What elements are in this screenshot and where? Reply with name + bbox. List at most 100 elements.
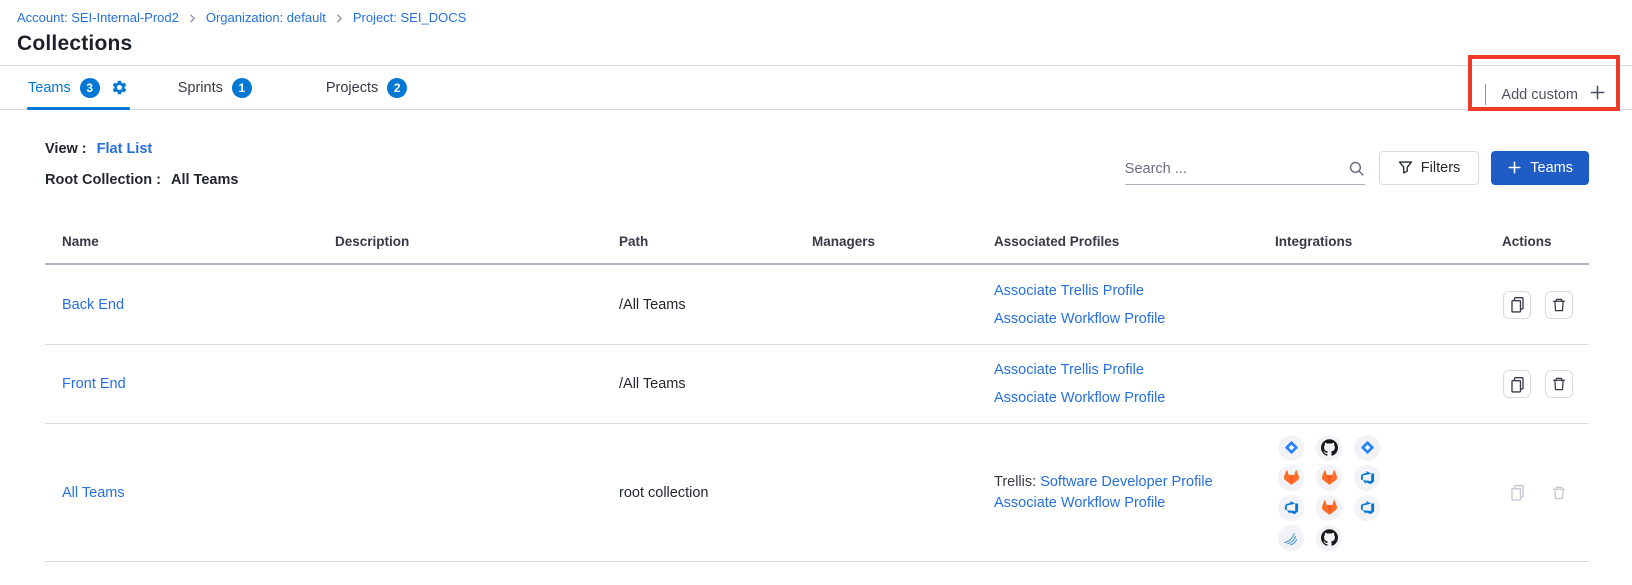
azure-devops-icon bbox=[1354, 465, 1380, 491]
column-header-integrations: Integrations bbox=[1275, 234, 1490, 249]
view-label: View : bbox=[45, 139, 87, 159]
tab-label: Teams bbox=[28, 80, 71, 96]
view-value-link[interactable]: Flat List bbox=[97, 139, 153, 159]
profile-line: Associate Workflow Profile bbox=[994, 390, 1275, 406]
jira-icon bbox=[1354, 435, 1380, 461]
toolbar-actions: Filters Teams bbox=[1125, 150, 1589, 185]
copy-icon bbox=[1509, 376, 1526, 393]
copy-button bbox=[1503, 479, 1531, 507]
breadcrumb-link[interactable]: Account: SEI-Internal-Prod2 bbox=[17, 10, 179, 25]
table-header-row: NameDescriptionPathManagersAssociated Pr… bbox=[45, 190, 1589, 265]
jira-icon bbox=[1278, 435, 1304, 461]
integrations-grid bbox=[1275, 435, 1490, 551]
view-settings: View : Flat List Root Collection : All T… bbox=[45, 139, 238, 190]
actions-cell bbox=[1490, 479, 1589, 507]
associated-profiles-cell: Associate Trellis Profile Associate Workf… bbox=[994, 283, 1275, 327]
toolbar: View : Flat List Root Collection : All T… bbox=[0, 110, 1632, 190]
profile-line: Associate Trellis Profile bbox=[994, 283, 1275, 299]
root-collection-label: Root Collection : bbox=[45, 170, 161, 190]
profile-link[interactable]: Associate Workflow Profile bbox=[994, 390, 1165, 406]
path-cell: /All Teams bbox=[619, 297, 812, 313]
table-row: All Teams root collection Trellis: Softwar… bbox=[45, 424, 1589, 562]
table-row: Back End/All Teams Associate Trellis Prof… bbox=[45, 265, 1589, 345]
teams-button-label: Teams bbox=[1530, 160, 1573, 176]
breadcrumb-link[interactable]: Organization: default bbox=[206, 10, 326, 25]
sonarqube-icon bbox=[1278, 525, 1304, 551]
tab-bar: Teams 3 Sprints 1 Projects 2 Add custom bbox=[0, 65, 1632, 110]
collections-table: NameDescriptionPathManagersAssociated Pr… bbox=[45, 190, 1589, 562]
collection-name-link[interactable]: Back End bbox=[45, 297, 335, 313]
integrations-cell bbox=[1275, 435, 1490, 551]
breadcrumb-separator-icon bbox=[188, 14, 197, 23]
github-icon bbox=[1316, 525, 1342, 551]
search-input[interactable] bbox=[1125, 161, 1348, 177]
trash-icon bbox=[1551, 485, 1567, 501]
profile-line: Associate Workflow Profile bbox=[994, 311, 1275, 327]
tab-label: Sprints bbox=[178, 80, 223, 96]
tab-projects[interactable]: Projects 2 bbox=[326, 66, 407, 109]
tab-count-badge: 3 bbox=[80, 78, 100, 98]
add-custom-button[interactable]: Add custom bbox=[1501, 84, 1606, 105]
tab-teams[interactable]: Teams 3 bbox=[28, 66, 128, 109]
breadcrumb-separator-icon bbox=[335, 14, 344, 23]
column-header-actions: Actions bbox=[1490, 234, 1589, 249]
column-header-managers: Managers bbox=[812, 234, 994, 249]
github-icon bbox=[1316, 435, 1342, 461]
column-header-description: Description bbox=[335, 234, 619, 249]
profile-link[interactable]: Associate Trellis Profile bbox=[994, 283, 1144, 299]
profile-link[interactable]: Associate Trellis Profile bbox=[994, 362, 1144, 378]
profile-line: Associate Trellis Profile bbox=[994, 362, 1275, 378]
breadcrumb-link[interactable]: Project: SEI_DOCS bbox=[353, 10, 466, 25]
delete-button[interactable] bbox=[1545, 370, 1573, 398]
column-header-associated-profiles: Associated Profiles bbox=[994, 234, 1275, 249]
tab-count-badge: 1 bbox=[232, 78, 252, 98]
table-body: Back End/All Teams Associate Trellis Prof… bbox=[45, 265, 1589, 562]
tab-count-badge: 2 bbox=[387, 78, 407, 98]
filters-label: Filters bbox=[1421, 160, 1460, 176]
search-icon bbox=[1348, 160, 1365, 177]
page-title: Collections bbox=[0, 25, 1632, 56]
breadcrumb: Account: SEI-Internal-Prod2 Organization:… bbox=[0, 0, 1632, 25]
profile-link[interactable]: Software Developer Profile bbox=[1040, 474, 1212, 490]
tab-sprints[interactable]: Sprints 1 bbox=[178, 66, 252, 109]
add-custom-label: Add custom bbox=[1501, 87, 1578, 103]
profile-link[interactable]: Associate Workflow Profile bbox=[994, 495, 1165, 511]
column-header-name: Name bbox=[45, 234, 335, 249]
path-cell: root collection bbox=[619, 485, 812, 501]
path-cell: /All Teams bbox=[619, 376, 812, 392]
delete-button[interactable] bbox=[1545, 291, 1573, 319]
actions-cell bbox=[1490, 370, 1589, 398]
copy-button[interactable] bbox=[1503, 370, 1531, 398]
profile-link[interactable]: Associate Workflow Profile bbox=[994, 311, 1165, 327]
delete-button bbox=[1545, 479, 1573, 507]
collection-name-link[interactable]: All Teams bbox=[45, 485, 335, 501]
gear-icon[interactable] bbox=[111, 79, 128, 96]
associated-profiles-cell: Associate Trellis Profile Associate Workf… bbox=[994, 362, 1275, 406]
plus-icon bbox=[1589, 84, 1606, 105]
add-custom-container: Add custom bbox=[1485, 84, 1632, 105]
root-collection-value: All Teams bbox=[171, 170, 238, 190]
trash-icon bbox=[1551, 297, 1567, 313]
column-header-path: Path bbox=[619, 234, 812, 249]
plus-icon bbox=[1507, 160, 1522, 175]
gitlab-icon bbox=[1316, 465, 1342, 491]
filters-button[interactable]: Filters bbox=[1379, 151, 1479, 185]
gitlab-icon bbox=[1316, 495, 1342, 521]
filter-funnel-icon bbox=[1398, 160, 1413, 175]
profile-prefix-label: Trellis: bbox=[994, 474, 1040, 490]
copy-icon bbox=[1509, 296, 1526, 313]
vertical-divider bbox=[1485, 84, 1486, 105]
profile-line: Trellis: Software Developer Profile bbox=[994, 474, 1275, 490]
add-teams-button[interactable]: Teams bbox=[1491, 151, 1589, 185]
copy-icon bbox=[1509, 484, 1526, 501]
profile-line: Associate Workflow Profile bbox=[994, 495, 1275, 511]
copy-button[interactable] bbox=[1503, 291, 1531, 319]
tabs: Teams 3 Sprints 1 Projects 2 bbox=[28, 66, 407, 109]
search-box bbox=[1125, 150, 1365, 185]
gitlab-icon bbox=[1278, 465, 1304, 491]
actions-cell bbox=[1490, 291, 1589, 319]
collection-name-link[interactable]: Front End bbox=[45, 376, 335, 392]
tab-label: Projects bbox=[326, 80, 378, 96]
azure-devops-icon bbox=[1278, 495, 1304, 521]
trash-icon bbox=[1551, 376, 1567, 392]
